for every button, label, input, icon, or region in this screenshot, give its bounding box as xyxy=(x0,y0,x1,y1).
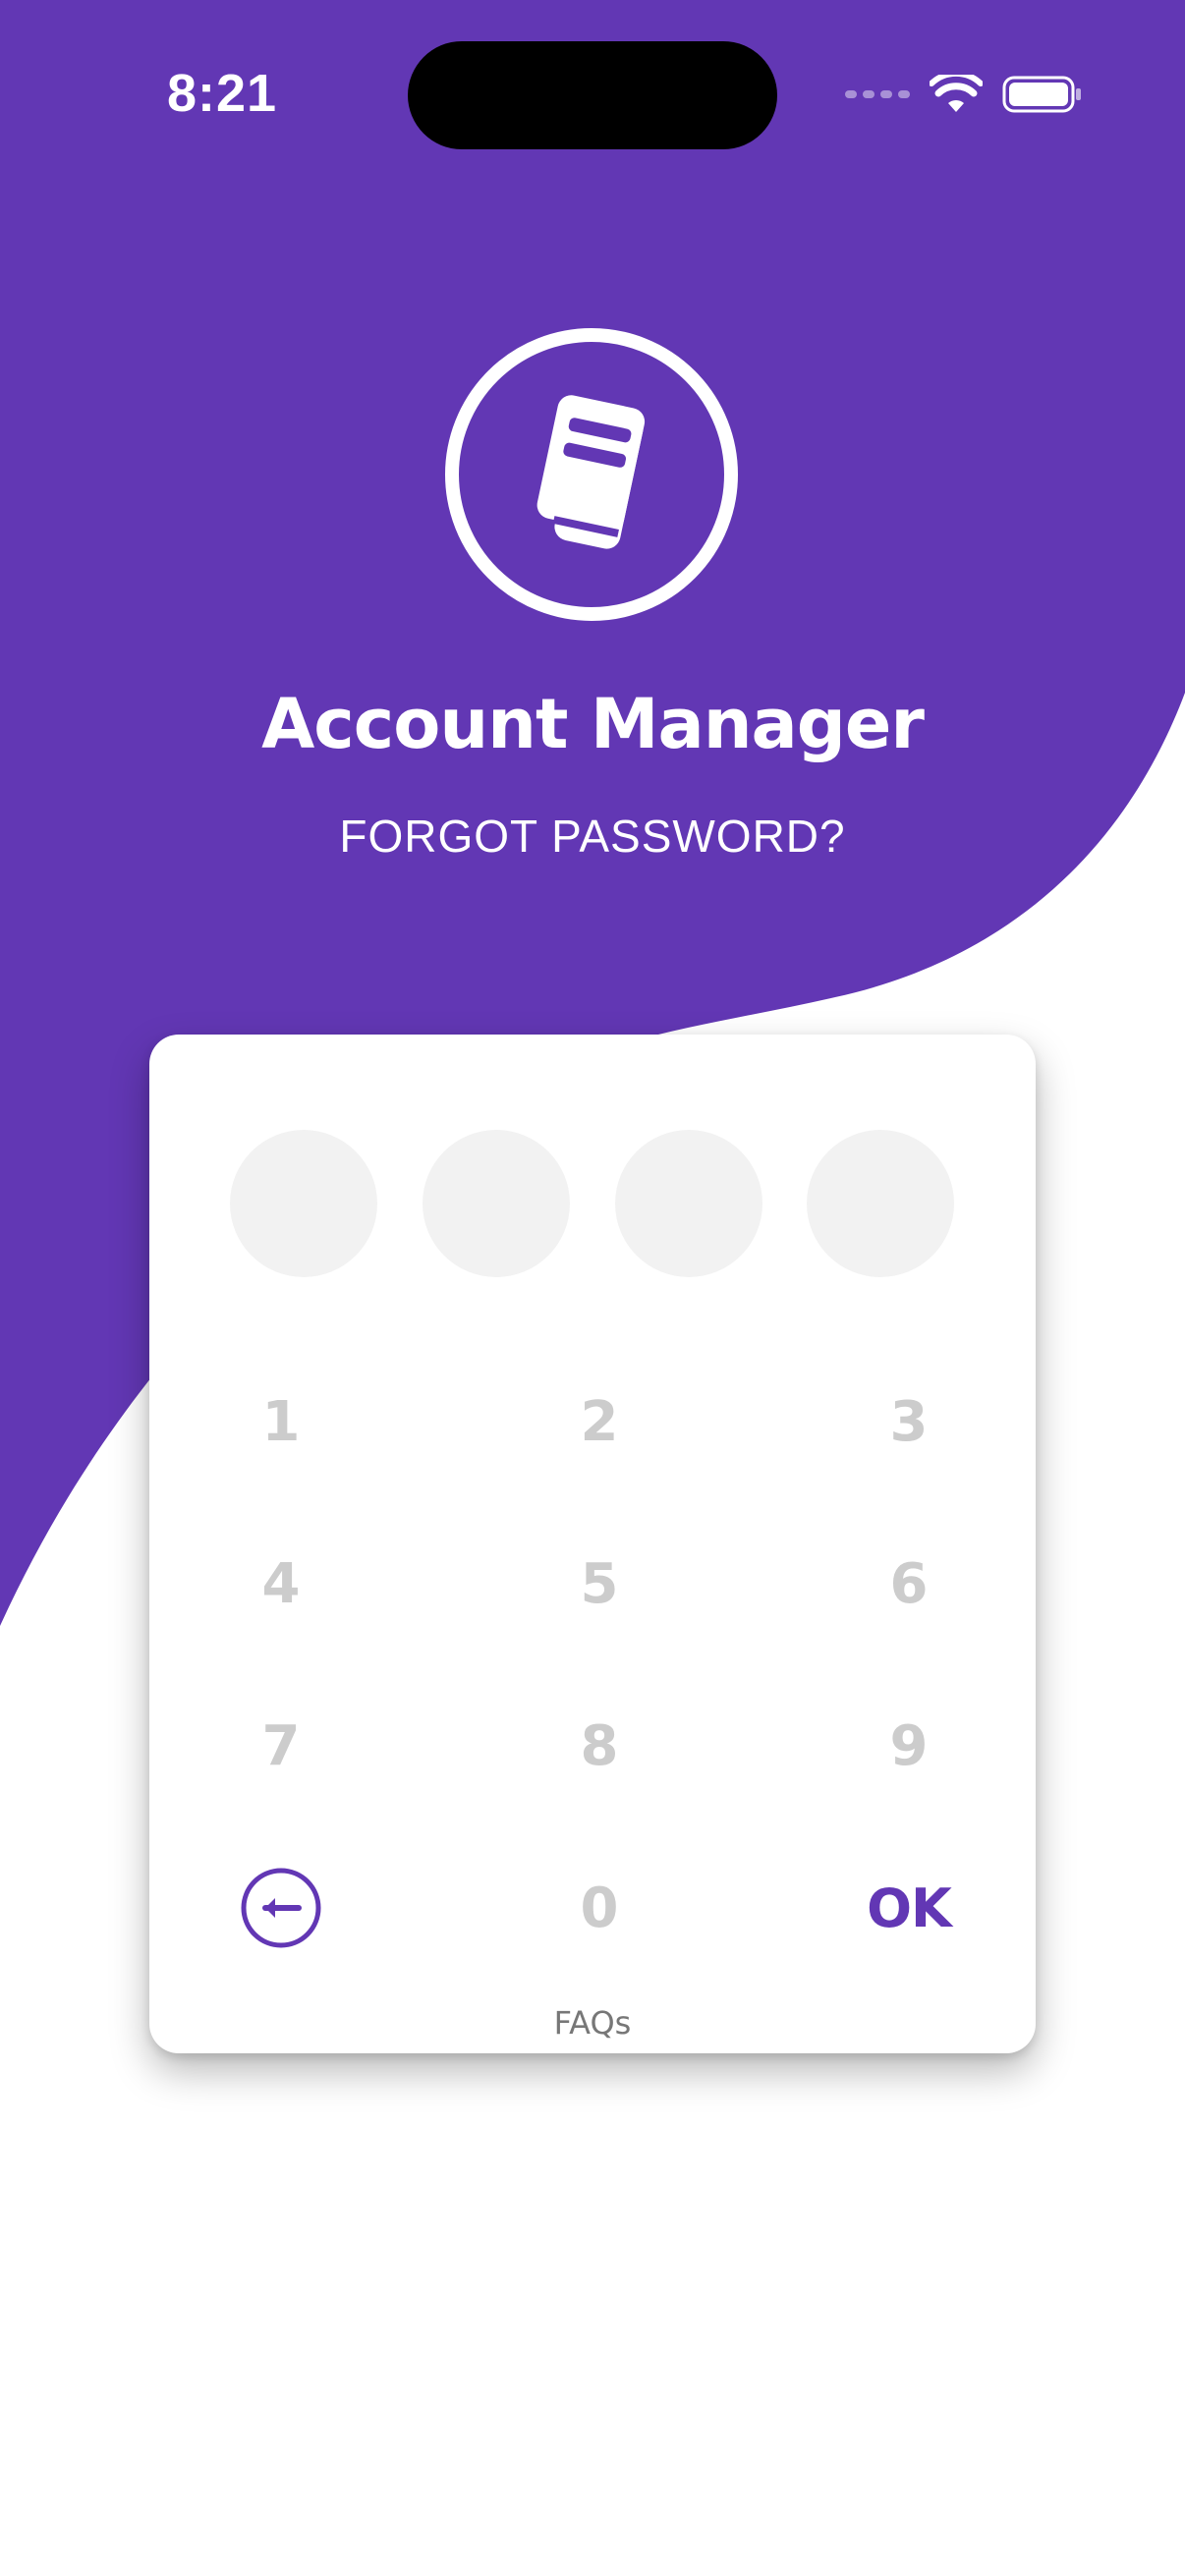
dynamic-island xyxy=(408,41,777,149)
key-3[interactable]: 3 xyxy=(830,1363,988,1481)
key-6[interactable]: 6 xyxy=(830,1525,988,1643)
forgot-password-link[interactable]: FORGOT PASSWORD? xyxy=(0,810,1185,863)
key-0[interactable]: 0 xyxy=(521,1849,678,1967)
backspace-button[interactable] xyxy=(202,1849,360,1967)
faqs-link[interactable]: FAQs xyxy=(149,2004,1036,2042)
wifi-icon xyxy=(930,75,983,112)
status-time: 8:21 xyxy=(167,64,278,123)
key-5[interactable]: 5 xyxy=(521,1525,678,1643)
battery-icon xyxy=(1002,76,1081,113)
key-1[interactable]: 1 xyxy=(202,1363,360,1481)
pin-dot-3 xyxy=(615,1130,762,1277)
book-icon xyxy=(445,328,738,621)
arrow-left-icon xyxy=(241,1868,321,1948)
key-9[interactable]: 9 xyxy=(830,1687,988,1805)
key-7[interactable]: 7 xyxy=(202,1687,360,1805)
cellular-signal-icon xyxy=(845,90,910,98)
status-icons xyxy=(845,75,1083,114)
key-8[interactable]: 8 xyxy=(521,1687,678,1805)
pin-dot-2 xyxy=(423,1130,570,1277)
pin-dot-4 xyxy=(807,1130,954,1277)
pin-pad-card: 1 2 3 4 5 6 7 8 9 0 OK FAQs xyxy=(149,1035,1036,2053)
pin-dot-1 xyxy=(230,1130,377,1277)
key-4[interactable]: 4 xyxy=(202,1525,360,1643)
key-2[interactable]: 2 xyxy=(521,1363,678,1481)
app-title: Account Manager xyxy=(261,684,925,764)
ok-button[interactable]: OK xyxy=(830,1849,988,1967)
status-bar: 8:21 xyxy=(0,0,1185,196)
